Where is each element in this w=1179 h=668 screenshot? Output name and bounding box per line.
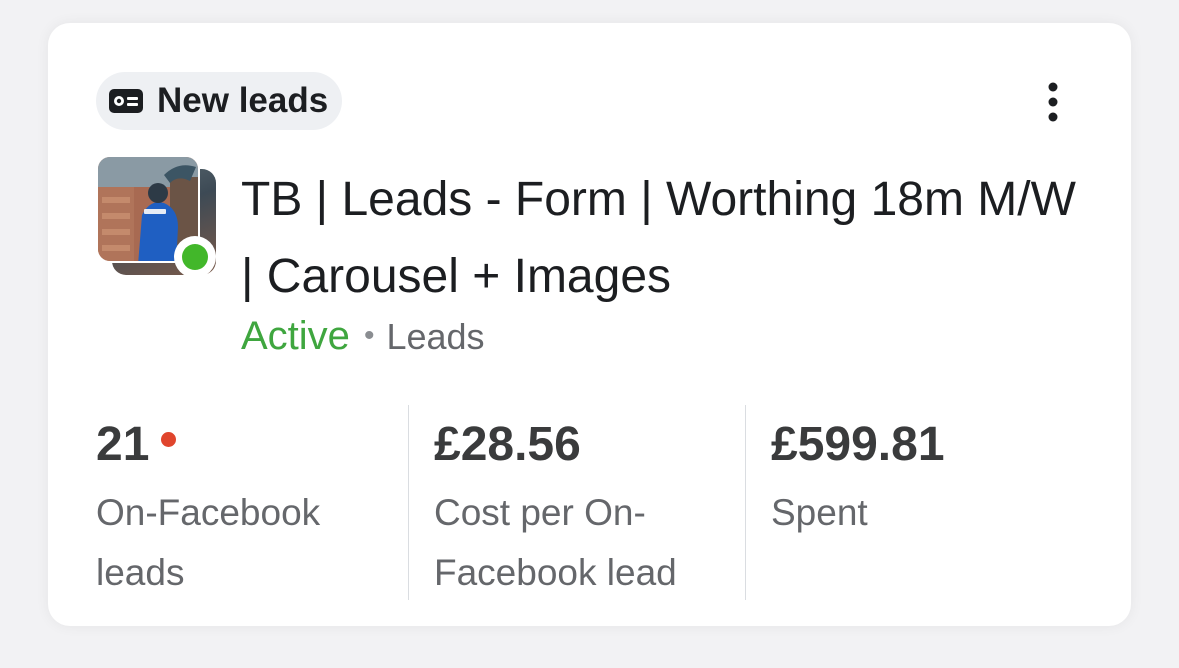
metric-cost-per-lead[interactable]: £28.56 Cost per On-Facebook lead — [434, 383, 724, 593]
meta-separator: • — [363, 319, 375, 352]
active-status-dot — [174, 236, 216, 278]
more-vertical-icon — [1048, 82, 1058, 122]
more-options-button[interactable] — [1038, 80, 1068, 124]
ad-campaign-card[interactable]: New leads TB | Leads - Form | Worthing 1… — [48, 23, 1131, 626]
metric-value: 21 — [96, 415, 396, 475]
metric-label: Spent — [771, 492, 868, 533]
metric-leads[interactable]: 21 On-Facebook leads — [96, 383, 396, 593]
metric-label: Cost per On-Facebook lead — [434, 492, 677, 593]
metrics-row: 21 On-Facebook leads £28.56 Cost per On-… — [96, 383, 1096, 600]
metric-divider — [408, 405, 409, 600]
metric-value: £28.56 — [434, 415, 724, 475]
lead-form-icon — [109, 89, 143, 113]
metric-divider — [745, 405, 746, 600]
ad-thumbnail[interactable] — [96, 155, 218, 278]
metric-label: On-Facebook leads — [96, 492, 321, 593]
campaign-objective: Leads — [386, 316, 485, 357]
spent-value: £599.81 — [771, 418, 945, 471]
campaign-meta: Active • Leads — [241, 310, 485, 366]
cost-per-lead-value: £28.56 — [434, 418, 581, 471]
metric-value: £599.81 — [771, 415, 1061, 475]
metric-spent[interactable]: £599.81 Spent — [771, 383, 1061, 578]
new-activity-dot — [161, 431, 177, 447]
leads-count: 21 — [96, 418, 150, 471]
badge-label: New leads — [157, 81, 329, 120]
campaign-title[interactable]: TB | Leads - Form | Worthing 18m M/W | C… — [241, 161, 1091, 315]
campaign-status: Active — [241, 314, 350, 358]
new-leads-badge: New leads — [96, 72, 343, 130]
